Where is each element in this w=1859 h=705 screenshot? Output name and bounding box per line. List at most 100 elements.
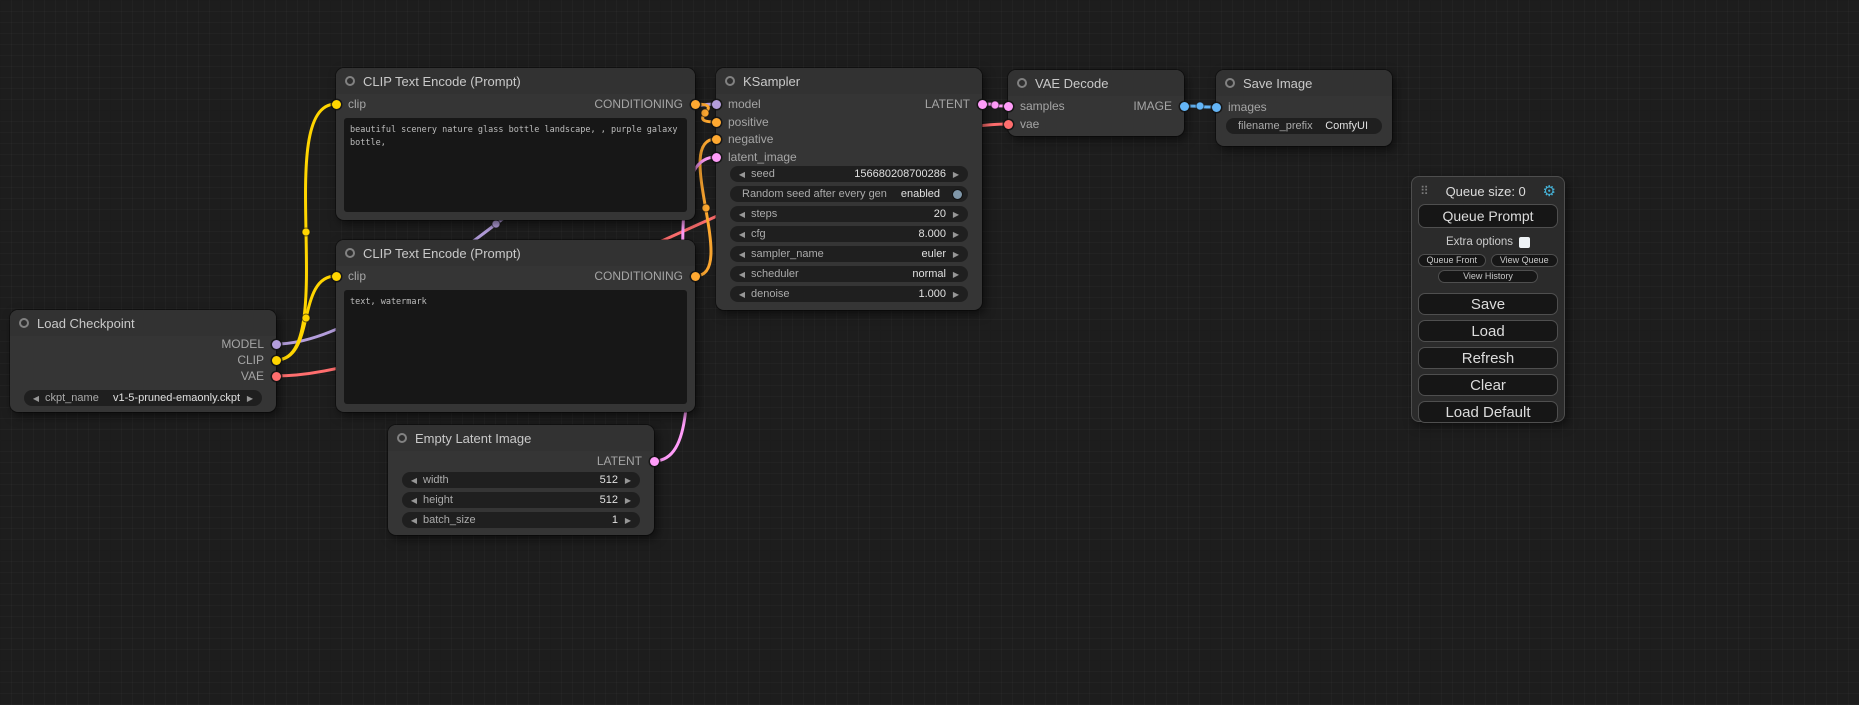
view-queue-button[interactable]: View Queue bbox=[1491, 254, 1559, 267]
menu-drag-handle-icon[interactable]: ⠿ bbox=[1420, 184, 1429, 198]
clip-input-dot[interactable] bbox=[332, 100, 341, 109]
node-title: Save Image bbox=[1243, 76, 1312, 91]
next-value-arrow-icon[interactable]: ▶ bbox=[622, 516, 634, 525]
ckpt-name-widget[interactable]: ◀ ckpt_name v1-5-pruned-emaonly.ckpt ▶ bbox=[24, 390, 262, 406]
node-collapse-dot[interactable] bbox=[1225, 78, 1235, 88]
widget-label: Random seed after every gen bbox=[736, 188, 901, 200]
node-ksampler[interactable]: KSampler model positive negative latent_… bbox=[716, 68, 982, 310]
next-value-arrow-icon[interactable]: ▶ bbox=[950, 210, 962, 219]
cfg-widget[interactable]: ◀ cfg 8.000 ▶ bbox=[730, 226, 968, 242]
next-value-arrow-icon[interactable]: ▶ bbox=[622, 476, 634, 485]
steps-widget[interactable]: ◀ steps 20 ▶ bbox=[730, 206, 968, 222]
prev-value-arrow-icon[interactable]: ◀ bbox=[736, 230, 748, 239]
image-output-dot[interactable] bbox=[1180, 102, 1189, 111]
toggle-dot-icon[interactable] bbox=[953, 190, 962, 199]
queue-menu-panel: ⠿ Queue size: 0 ⚙ Queue Prompt Extra opt… bbox=[1411, 176, 1565, 422]
filename-prefix-widget[interactable]: filename_prefix ComfyUI bbox=[1226, 118, 1382, 134]
next-value-arrow-icon[interactable]: ▶ bbox=[950, 250, 962, 259]
widget-value: 20 bbox=[934, 208, 950, 220]
clear-button[interactable]: Clear bbox=[1418, 374, 1558, 396]
clip-input-dot[interactable] bbox=[332, 272, 341, 281]
random-seed-toggle-widget[interactable]: Random seed after every gen enabled bbox=[730, 186, 968, 202]
negative-prompt-textarea[interactable]: text, watermark bbox=[344, 290, 687, 404]
next-value-arrow-icon[interactable]: ▶ bbox=[950, 230, 962, 239]
save-button[interactable]: Save bbox=[1418, 293, 1558, 315]
denoise-widget[interactable]: ◀ denoise 1.000 ▶ bbox=[730, 286, 968, 302]
wire-midpoint-dot bbox=[701, 109, 709, 117]
node-vae-decode[interactable]: VAE Decode samples vae IMAGE bbox=[1008, 70, 1184, 136]
node-titlebar[interactable]: VAE Decode bbox=[1008, 70, 1184, 96]
node-titlebar[interactable]: CLIP Text Encode (Prompt) bbox=[336, 240, 695, 266]
node-title: KSampler bbox=[743, 74, 800, 89]
node-save-image[interactable]: Save Image images filename_prefix ComfyU… bbox=[1216, 70, 1392, 146]
refresh-button[interactable]: Refresh bbox=[1418, 347, 1558, 369]
prev-value-arrow-icon[interactable]: ◀ bbox=[736, 250, 748, 259]
positive-prompt-textarea[interactable]: beautiful scenery nature glass bottle la… bbox=[344, 118, 687, 212]
clip-output-dot[interactable] bbox=[272, 356, 281, 365]
view-history-button[interactable]: View History bbox=[1438, 270, 1539, 283]
node-collapse-dot[interactable] bbox=[19, 318, 29, 328]
vae-output-dot[interactable] bbox=[272, 372, 281, 381]
latent-output-dot[interactable] bbox=[978, 100, 987, 109]
node-titlebar[interactable]: Load Checkpoint bbox=[10, 310, 276, 336]
node-titlebar[interactable]: Empty Latent Image bbox=[388, 425, 654, 451]
latent-image-input-dot[interactable] bbox=[712, 153, 721, 162]
output-slot-model: MODEL bbox=[221, 337, 264, 351]
node-clip-text-encode-positive[interactable]: CLIP Text Encode (Prompt) clip CONDITION… bbox=[336, 68, 695, 220]
prev-value-arrow-icon[interactable]: ◀ bbox=[736, 270, 748, 279]
vae-input-dot[interactable] bbox=[1004, 120, 1013, 129]
widget-label: seed bbox=[748, 168, 854, 180]
settings-gear-icon[interactable]: ⚙ bbox=[1543, 182, 1556, 200]
batch-size-widget[interactable]: ◀ batch_size 1 ▶ bbox=[402, 512, 640, 528]
prev-value-arrow-icon[interactable]: ◀ bbox=[736, 290, 748, 299]
input-slot-model: model bbox=[728, 97, 761, 111]
next-value-arrow-icon[interactable]: ▶ bbox=[244, 394, 256, 403]
node-collapse-dot[interactable] bbox=[1017, 78, 1027, 88]
next-value-arrow-icon[interactable]: ▶ bbox=[950, 270, 962, 279]
node-empty-latent-image[interactable]: Empty Latent Image LATENT ◀ width 512 ▶ … bbox=[388, 425, 654, 535]
node-load-checkpoint[interactable]: Load Checkpoint MODEL CLIP VAE ◀ ckpt_na… bbox=[10, 310, 276, 412]
widget-value: 1.000 bbox=[918, 288, 950, 300]
widget-label: batch_size bbox=[420, 514, 612, 526]
model-output-dot[interactable] bbox=[272, 340, 281, 349]
seed-widget[interactable]: ◀ seed 156680208700286 ▶ bbox=[730, 166, 968, 182]
extra-options-checkbox[interactable] bbox=[1519, 237, 1530, 248]
prev-value-arrow-icon[interactable]: ◀ bbox=[408, 516, 420, 525]
prev-value-arrow-icon[interactable]: ◀ bbox=[30, 394, 42, 403]
load-default-button[interactable]: Load Default bbox=[1418, 401, 1558, 423]
queue-front-button[interactable]: Queue Front bbox=[1418, 254, 1486, 267]
prev-value-arrow-icon[interactable]: ◀ bbox=[408, 476, 420, 485]
height-widget[interactable]: ◀ height 512 ▶ bbox=[402, 492, 640, 508]
node-collapse-dot[interactable] bbox=[725, 76, 735, 86]
images-input-dot[interactable] bbox=[1212, 103, 1221, 112]
positive-input-dot[interactable] bbox=[712, 118, 721, 127]
next-value-arrow-icon[interactable]: ▶ bbox=[950, 290, 962, 299]
node-titlebar[interactable]: KSampler bbox=[716, 68, 982, 94]
conditioning-output-dot[interactable] bbox=[691, 100, 700, 109]
load-button[interactable]: Load bbox=[1418, 320, 1558, 342]
widget-label: filename_prefix bbox=[1232, 120, 1325, 132]
prev-value-arrow-icon[interactable]: ◀ bbox=[736, 210, 748, 219]
samples-input-dot[interactable] bbox=[1004, 102, 1013, 111]
negative-input-dot[interactable] bbox=[712, 135, 721, 144]
node-titlebar[interactable]: Save Image bbox=[1216, 70, 1392, 96]
scheduler-widget[interactable]: ◀ scheduler normal ▶ bbox=[730, 266, 968, 282]
node-collapse-dot[interactable] bbox=[397, 433, 407, 443]
model-input-dot[interactable] bbox=[712, 100, 721, 109]
sampler-name-widget[interactable]: ◀ sampler_name euler ▶ bbox=[730, 246, 968, 262]
conditioning-output-dot[interactable] bbox=[691, 272, 700, 281]
latent-output-dot[interactable] bbox=[650, 457, 659, 466]
node-collapse-dot[interactable] bbox=[345, 248, 355, 258]
queue-prompt-button[interactable]: Queue Prompt bbox=[1418, 204, 1558, 228]
prev-value-arrow-icon[interactable]: ◀ bbox=[408, 496, 420, 505]
node-title: CLIP Text Encode (Prompt) bbox=[363, 74, 521, 89]
output-slot-conditioning: CONDITIONING bbox=[594, 97, 683, 111]
width-widget[interactable]: ◀ width 512 ▶ bbox=[402, 472, 640, 488]
node-collapse-dot[interactable] bbox=[345, 76, 355, 86]
node-graph-canvas[interactable]: Load Checkpoint MODEL CLIP VAE ◀ ckpt_na… bbox=[0, 0, 1859, 705]
prev-value-arrow-icon[interactable]: ◀ bbox=[736, 170, 748, 179]
node-clip-text-encode-negative[interactable]: CLIP Text Encode (Prompt) clip CONDITION… bbox=[336, 240, 695, 412]
node-titlebar[interactable]: CLIP Text Encode (Prompt) bbox=[336, 68, 695, 94]
next-value-arrow-icon[interactable]: ▶ bbox=[622, 496, 634, 505]
next-value-arrow-icon[interactable]: ▶ bbox=[950, 170, 962, 179]
